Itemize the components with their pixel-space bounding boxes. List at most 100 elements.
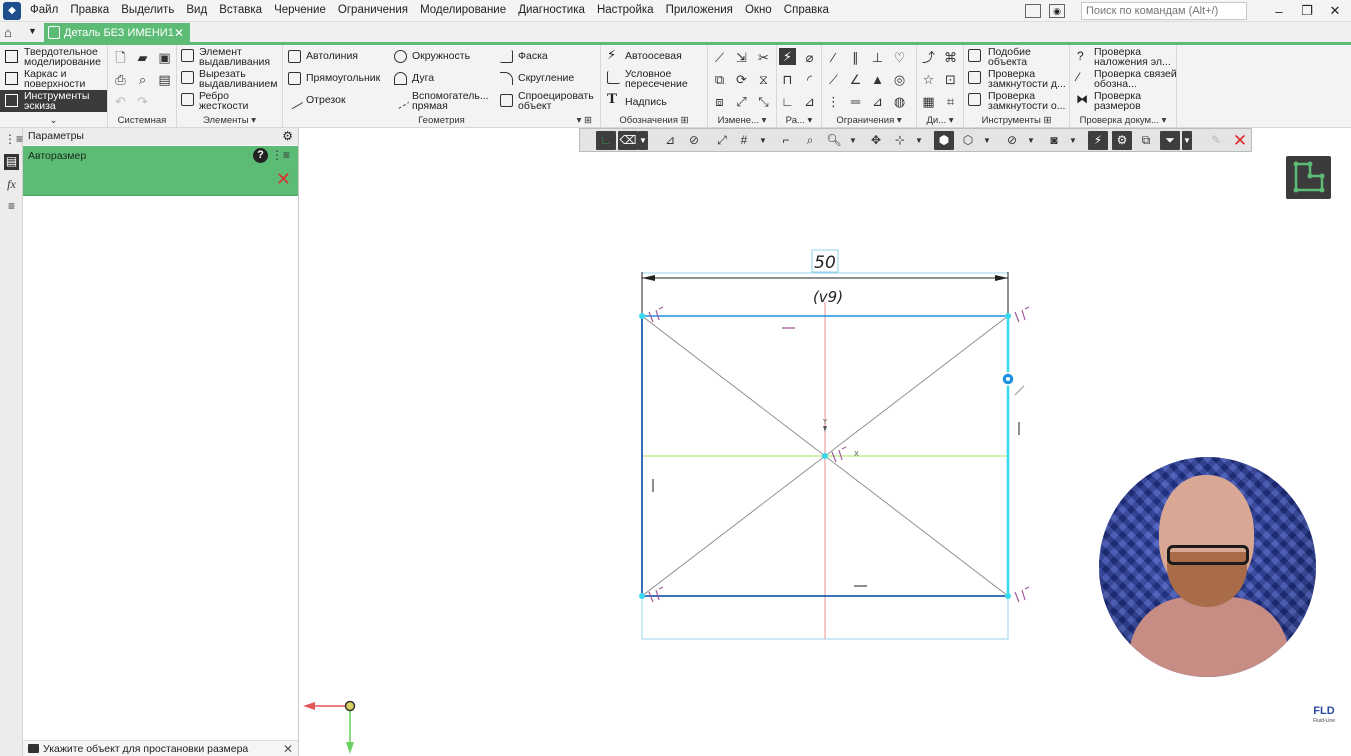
- concentric-constraint-icon[interactable]: ◎: [891, 71, 908, 88]
- collinear-constraint-icon[interactable]: ⟋: [825, 71, 842, 88]
- help-icon[interactable]: ?: [253, 148, 268, 163]
- chevron-down-icon[interactable]: ▼: [28, 26, 37, 36]
- properties-icon[interactable]: ▤: [156, 71, 173, 88]
- eraser-icon[interactable]: ⌫: [618, 131, 638, 150]
- menu-applications[interactable]: Приложения: [666, 4, 733, 16]
- model-tree-icon[interactable]: ⋮≡: [4, 132, 23, 148]
- parallel-constraint-icon[interactable]: ∥: [847, 49, 864, 66]
- open-folder-icon[interactable]: ▰: [134, 49, 151, 66]
- fix-point-icon[interactable]: ▲: [869, 71, 886, 88]
- autoline-button[interactable]: Автолиния: [288, 50, 358, 63]
- orientation-icon[interactable]: ⊹: [890, 131, 910, 150]
- cancel-command-button[interactable]: ✕: [276, 170, 291, 188]
- coincident-constraint-icon[interactable]: ◍: [891, 93, 908, 110]
- auto-axis-button[interactable]: ⚡ Автоосевая: [607, 48, 682, 61]
- mirror-icon[interactable]: ⧖: [755, 71, 772, 88]
- menu-constraints[interactable]: Ограничения: [338, 4, 408, 16]
- sizes-check-button[interactable]: ⧓ Проверка размеров: [1074, 91, 1164, 112]
- save-icon[interactable]: ▣: [156, 49, 173, 66]
- menu-settings[interactable]: Настройка: [597, 4, 654, 16]
- parameters-panel-icon[interactable]: ▤: [4, 154, 19, 170]
- measure-icon[interactable]: ⊿: [660, 131, 680, 150]
- orientation-dropdown-icon[interactable]: ▼: [914, 131, 924, 150]
- dimensions-display-icon[interactable]: ⚙: [1112, 131, 1132, 150]
- collapse-chevron-icon[interactable]: ⌄: [0, 115, 107, 126]
- arc-button[interactable]: Дуга: [394, 72, 434, 85]
- project-object-button[interactable]: Спроецировать объект: [500, 91, 600, 111]
- grid-dropdown-icon[interactable]: ▼: [758, 131, 768, 150]
- fillet-button[interactable]: Скругление: [500, 72, 574, 85]
- perpendicular-constraint-icon[interactable]: ⊥: [869, 49, 886, 66]
- dimension-value[interactable]: 50: [814, 253, 836, 273]
- radial-dimension-icon[interactable]: ◜: [801, 71, 818, 88]
- menu-edit[interactable]: Правка: [70, 4, 109, 16]
- closed-check-button-2[interactable]: Проверка замкнутости о...: [968, 91, 1072, 111]
- menu-select[interactable]: Выделить: [121, 4, 174, 16]
- section-dropdown-icon[interactable]: ▼: [1068, 131, 1078, 150]
- grid-icon[interactable]: #: [734, 131, 754, 150]
- split-icon[interactable]: ✂: [755, 49, 772, 66]
- group-elements-label[interactable]: Элементы ▾: [177, 115, 282, 126]
- check-points-icon[interactable]: ⊡: [942, 71, 959, 88]
- wireframe-view-icon[interactable]: ⬡: [958, 131, 978, 150]
- overlap-check-button[interactable]: ? Проверка наложения эл...: [1074, 47, 1178, 68]
- eraser-dropdown-icon[interactable]: ▼: [638, 131, 648, 150]
- mode-sketch-tools[interactable]: Инструменты эскиза: [0, 90, 107, 112]
- show-degrees-icon[interactable]: ⤴: [920, 49, 937, 66]
- zoom-fit-icon[interactable]: ⌕: [800, 131, 820, 150]
- check-geometry-icon[interactable]: ☆: [920, 71, 937, 88]
- angular-dimension-icon[interactable]: ∟: [779, 93, 796, 110]
- move-icon[interactable]: ⧉: [711, 71, 728, 88]
- copy-icon[interactable]: ⧈: [711, 93, 728, 110]
- extrude-element-button[interactable]: Элемент выдавливания: [181, 47, 279, 67]
- diameter-dimension-icon[interactable]: ⌀: [801, 49, 818, 66]
- menu-drawing[interactable]: Черчение: [274, 4, 326, 16]
- group-dimensions-label[interactable]: Ра... ▾: [777, 115, 821, 126]
- links-check-button[interactable]: ⁄ Проверка связей обозна...: [1074, 69, 1178, 90]
- rib-button[interactable]: Ребро жесткости: [181, 91, 259, 111]
- home-icon[interactable]: ⌂: [4, 25, 12, 40]
- linear-dimension-icon[interactable]: ⊓: [779, 71, 796, 88]
- check-links-icon[interactable]: ⌘: [942, 49, 959, 66]
- cut-extrude-button[interactable]: Вырезать выдавливанием: [181, 69, 283, 89]
- mode-wireframe-surfaces[interactable]: Каркас и поверхности: [0, 68, 107, 90]
- closed-check-button-1[interactable]: Проверка замкнутости д...: [968, 69, 1072, 89]
- variables-fx-icon[interactable]: fx: [4, 177, 19, 193]
- mode-solid-modeling[interactable]: Твердотельное моделирование: [0, 46, 107, 68]
- rectangle-button[interactable]: Прямоугольник: [288, 72, 380, 85]
- group-doc-check-label[interactable]: Проверка докум... ▾: [1070, 115, 1176, 126]
- conditional-intersection-button[interactable]: Условное пересечение: [607, 69, 705, 89]
- symmetry-constraint-icon[interactable]: ⊿: [869, 93, 886, 110]
- layers-display-icon[interactable]: ⧉: [1136, 131, 1156, 150]
- group-designations-label[interactable]: Обозначения ⊞: [601, 115, 707, 126]
- group-changes-label[interactable]: Измене... ▾: [708, 115, 776, 126]
- tree-view-icon[interactable]: ⋮≡: [271, 148, 290, 162]
- eye-pencil-icon[interactable]: ⊘: [684, 131, 704, 150]
- minimize-button[interactable]: –: [1269, 4, 1289, 19]
- redo-icon[interactable]: ↷: [134, 93, 151, 110]
- expand-geometry-icon[interactable]: ▾ ⊞: [577, 115, 592, 126]
- menu-modeling[interactable]: Моделирование: [420, 4, 506, 16]
- panel-toggle-icon[interactable]: [1025, 4, 1041, 18]
- vertical-constraint-icon[interactable]: ⋮: [825, 93, 842, 110]
- menu-window[interactable]: Окно: [745, 4, 772, 16]
- group-geometry-label[interactable]: Геометрия ▾ ⊞: [283, 115, 600, 126]
- horizontal-constraint-icon[interactable]: ⁄: [825, 49, 842, 66]
- undo-icon[interactable]: ↶: [112, 93, 129, 110]
- pan-icon[interactable]: ✥: [866, 131, 886, 150]
- restore-button[interactable]: ❐: [1297, 3, 1317, 19]
- segment-button[interactable]: Отрезок: [285, 91, 346, 110]
- gear-icon[interactable]: ⚙: [282, 129, 293, 143]
- menu-help[interactable]: Справка: [784, 4, 829, 16]
- group-tools-label[interactable]: Инструменты ⊞: [964, 115, 1069, 126]
- group-constraints-label[interactable]: Ограничения ▾: [822, 115, 916, 126]
- deform-icon[interactable]: ⤡: [755, 93, 772, 110]
- auto-dimension-icon[interactable]: ⚡: [779, 48, 796, 65]
- close-window-button[interactable]: ✕: [1325, 3, 1345, 19]
- snap-icon[interactable]: ⤢: [712, 131, 732, 150]
- sketch-mode-icon[interactable]: ∟: [596, 131, 616, 150]
- angle-constraint-icon[interactable]: ∠: [847, 71, 864, 88]
- arc-dimension-icon[interactable]: ⊿: [801, 93, 818, 110]
- close-tab-icon[interactable]: ✕: [174, 26, 184, 40]
- close-hint-icon[interactable]: ✕: [283, 742, 293, 756]
